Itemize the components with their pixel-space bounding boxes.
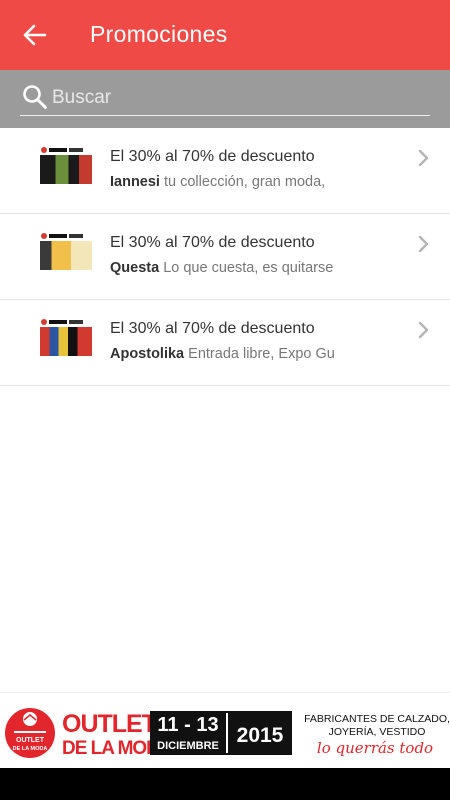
chevron-right-icon: [418, 149, 429, 167]
search-input[interactable]: [50, 82, 425, 114]
banner-info-line2: JOYERÍA, VESTIDO: [329, 725, 426, 738]
promotion-brand: Questa: [110, 260, 160, 276]
search-bar: [0, 70, 450, 128]
badge-text: OUTLET: [16, 737, 45, 744]
promotion-description: Entrada libre, Expo Gu: [188, 346, 335, 362]
outlet-badge-logo: OUTLET DE LA MODA: [5, 708, 55, 758]
app-bar: Promociones: [0, 0, 450, 70]
promotion-thumbnail: [40, 318, 92, 356]
chevron-right-icon: [418, 235, 429, 253]
promotion-description: Lo que cuesta, es quitarse: [163, 260, 334, 276]
list-item[interactable]: El 30% al 70% de descuento Apostolika En…: [0, 300, 450, 386]
promotion-subtitle: Iannesi tu collección, gran moda,: [110, 174, 410, 190]
promotion-thumbnail: [40, 232, 92, 270]
promotion-title: El 30% al 70% de descuento: [110, 320, 315, 337]
outlet-banner-graphic: OUTLET DE LA MODA OUTLET DE LA MODA 11 -…: [5, 708, 450, 759]
ad-banner[interactable]: OUTLET DE LA MODA OUTLET DE LA MODA 11 -…: [0, 692, 450, 768]
banner-dates: 11 - 13: [157, 714, 218, 736]
svg-text:DE LA MODA: DE LA MODA: [13, 746, 48, 752]
chevron-right-icon: [418, 321, 429, 339]
banner-brand-line1: OUTLET: [62, 710, 157, 738]
arrow-left-icon: [23, 24, 47, 46]
list-item[interactable]: El 30% al 70% de descuento Iannesi tu co…: [0, 128, 450, 214]
promotion-brand: Iannesi: [110, 174, 160, 190]
promotion-title: El 30% al 70% de descuento: [110, 234, 315, 251]
search-icon: [23, 85, 47, 109]
promotion-title: El 30% al 70% de descuento: [110, 148, 315, 165]
banner-month: DICIEMBRE: [157, 740, 219, 752]
promotion-subtitle: Questa Lo que cuesta, es quitarse: [110, 260, 410, 276]
banner-info-line1: FABRICANTES DE CALZADO,: [304, 713, 450, 725]
banner-year: 2015: [237, 724, 284, 747]
promotions-list: El 30% al 70% de descuento Iannesi tu co…: [0, 128, 450, 386]
page-title: Promociones: [90, 21, 228, 47]
promotion-brand: Apostolika: [110, 346, 185, 362]
search-underline: [20, 115, 430, 116]
promotion-description: tu collección, gran moda,: [164, 174, 326, 190]
list-item[interactable]: El 30% al 70% de descuento Questa Lo que…: [0, 214, 450, 300]
banner-slogan: lo querrás todo: [317, 739, 433, 757]
back-button[interactable]: [14, 15, 56, 55]
promotion-thumbnail: [40, 146, 92, 184]
promotion-subtitle: Apostolika Entrada libre, Expo Gu: [110, 346, 410, 362]
system-nav-bar: [0, 768, 450, 800]
